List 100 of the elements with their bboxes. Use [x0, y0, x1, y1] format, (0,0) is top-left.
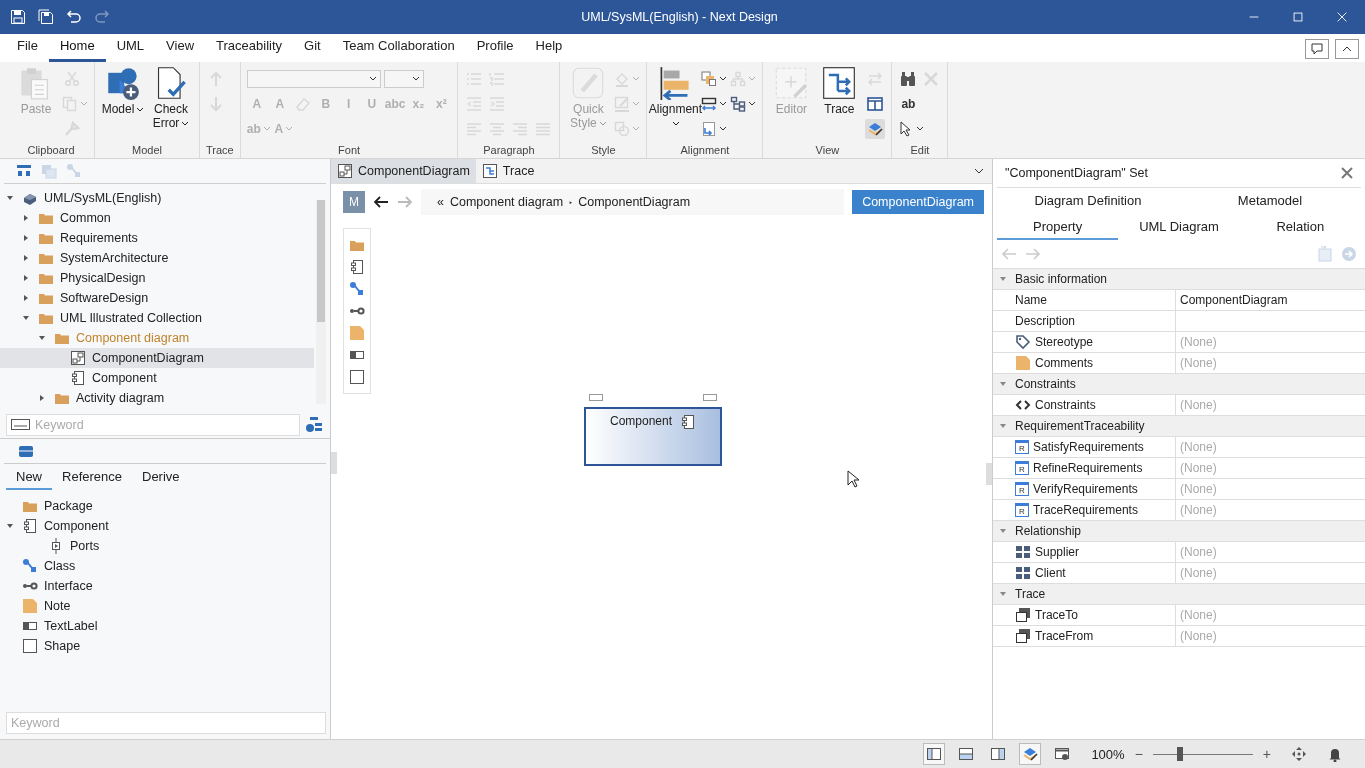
- editor-tab[interactable]: ComponentDiagram: [331, 159, 476, 183]
- comment-icon[interactable]: [1305, 39, 1329, 59]
- collapse-ribbon-icon[interactable]: [1335, 39, 1359, 59]
- close-icon[interactable]: [1335, 10, 1349, 24]
- expanded-arrow-icon[interactable]: [22, 314, 30, 322]
- class-icon[interactable]: [349, 281, 365, 297]
- breadcrumb-prefix[interactable]: «: [437, 195, 444, 209]
- resize-handle[interactable]: [703, 394, 717, 401]
- tree-layout-button[interactable]: [730, 94, 757, 114]
- toolbox-tab[interactable]: Reference: [52, 464, 132, 490]
- toolbox-item[interactable]: Component: [0, 516, 330, 536]
- menu-tab[interactable]: Help: [524, 38, 574, 62]
- zoom-out-button[interactable]: −: [1134, 746, 1143, 762]
- search-field[interactable]: Keyword: [6, 712, 326, 734]
- property-value[interactable]: ComponentDiagram: [1180, 293, 1288, 307]
- toolbox-item-label: Interface: [43, 579, 93, 593]
- property-label: Description: [1015, 314, 1076, 328]
- size-button[interactable]: [701, 119, 728, 139]
- toolbox-item[interactable]: Ports: [0, 536, 330, 556]
- breadcrumb-item[interactable]: Component diagram: [449, 195, 564, 209]
- component-icon[interactable]: [349, 259, 365, 275]
- tree-item[interactable]: SoftwareDesign: [0, 288, 314, 308]
- collapsed-arrow-icon[interactable]: [38, 394, 46, 402]
- maximize-icon[interactable]: [1291, 10, 1305, 24]
- expanded-arrow-icon[interactable]: [38, 334, 46, 342]
- split-button[interactable]: [865, 94, 886, 114]
- zoom-level: 100%: [1091, 746, 1125, 762]
- tree-item[interactable]: SystemArchitecture: [0, 248, 314, 268]
- scrollbar[interactable]: [316, 200, 326, 404]
- collapsed-arrow-icon[interactable]: [22, 214, 30, 222]
- ribbon-button[interactable]: Check Error: [149, 66, 193, 130]
- menu-tab[interactable]: Profile: [465, 38, 525, 62]
- collapsed-arrow-icon[interactable]: [22, 294, 30, 302]
- tree-item[interactable]: UML Illustrated Collection: [0, 308, 314, 328]
- panel-tab[interactable]: Property: [997, 214, 1119, 240]
- collapsed-arrow-icon[interactable]: [22, 274, 30, 282]
- menu-tab[interactable]: Git: [293, 38, 332, 62]
- toolbox-item[interactable]: Package: [0, 496, 330, 516]
- section-header[interactable]: Basic information: [993, 269, 1365, 290]
- save-icon[interactable]: [10, 9, 26, 25]
- panel-tab[interactable]: Metamodel: [1179, 188, 1361, 214]
- layout-toggle[interactable]: [1019, 743, 1042, 765]
- toolbox-tab[interactable]: Derive: [132, 464, 190, 490]
- collapse-handle[interactable]: [331, 452, 337, 474]
- menu-tab[interactable]: View: [155, 38, 206, 62]
- tree-item[interactable]: Component: [0, 368, 314, 388]
- diagram-mode-button[interactable]: ComponentDiagram: [852, 190, 984, 214]
- component-node[interactable]: Component: [584, 407, 722, 466]
- tree-item[interactable]: Requirements: [0, 228, 314, 248]
- menu-tab[interactable]: UML: [105, 38, 156, 62]
- menu-tab[interactable]: File: [6, 38, 49, 62]
- tree-item[interactable]: UML/SysML(English): [0, 188, 314, 208]
- collapse-handle[interactable]: [986, 463, 992, 485]
- expanded-arrow-icon[interactable]: [6, 522, 14, 530]
- panel-tab[interactable]: Relation: [1239, 214, 1361, 240]
- redo-icon[interactable]: [94, 9, 110, 25]
- slider-thumb[interactable]: [1176, 747, 1183, 761]
- tree-item[interactable]: PhysicalDesign: [0, 268, 314, 288]
- collapsed-arrow-icon[interactable]: [22, 254, 30, 262]
- cursor-button[interactable]: [898, 119, 925, 139]
- undo-icon[interactable]: [66, 9, 82, 25]
- save-all-icon[interactable]: [38, 9, 54, 25]
- panel-tab[interactable]: Diagram Definition: [997, 188, 1179, 214]
- ribbon-button[interactable]: Trace: [817, 66, 862, 116]
- toolbox-tab[interactable]: New: [6, 464, 52, 490]
- section-header[interactable]: Relationship: [993, 521, 1365, 542]
- toolbox-item[interactable]: Note: [0, 596, 330, 616]
- menu-tab[interactable]: Traceability: [205, 38, 294, 62]
- breadcrumb-item[interactable]: ComponentDiagram: [578, 195, 691, 209]
- layout-toggle[interactable]: [923, 743, 946, 765]
- resize-handle[interactable]: [589, 394, 603, 401]
- tree-item[interactable]: ComponentDiagram: [0, 348, 314, 368]
- order-button[interactable]: [701, 69, 728, 89]
- ribbon-button[interactable]: Model: [101, 66, 145, 116]
- tree-item[interactable]: Common: [0, 208, 314, 228]
- replace-button[interactable]: ab: [898, 94, 919, 114]
- toolbox-item[interactable]: Class: [0, 556, 330, 576]
- tree-info-icon[interactable]: [306, 417, 322, 433]
- search-field[interactable]: Keyword: [35, 415, 299, 435]
- toolbox-item[interactable]: Shape: [0, 636, 330, 656]
- highlighter-button[interactable]: [865, 119, 886, 139]
- collapsed-arrow-icon[interactable]: [22, 234, 30, 242]
- search-box[interactable]: Keyword: [6, 414, 300, 436]
- panel-tab[interactable]: UML Diagram: [1118, 214, 1240, 240]
- bell-icon[interactable]: [1327, 746, 1343, 762]
- section-header[interactable]: Trace: [993, 584, 1365, 605]
- move-arrows-icon[interactable]: [1291, 746, 1307, 762]
- toolbox-item[interactable]: TextLabel: [0, 616, 330, 636]
- menu-tab[interactable]: Team Collaboration: [331, 38, 466, 62]
- section-header[interactable]: RequirementTraceability: [993, 416, 1365, 437]
- editor-tab[interactable]: Trace: [475, 159, 541, 183]
- tree-view-icon[interactable]: [16, 163, 32, 179]
- back-arrow-icon[interactable]: [373, 194, 389, 210]
- square-icon[interactable]: [349, 369, 365, 385]
- close-icon[interactable]: [1341, 167, 1353, 179]
- toolbox-item[interactable]: Interface: [0, 576, 330, 596]
- expanded-arrow-icon[interactable]: [6, 194, 14, 202]
- tree-item[interactable]: Activity diagram: [0, 388, 314, 408]
- section-header[interactable]: Constraints: [993, 374, 1365, 395]
- zoom-in-button[interactable]: +: [1262, 746, 1271, 762]
